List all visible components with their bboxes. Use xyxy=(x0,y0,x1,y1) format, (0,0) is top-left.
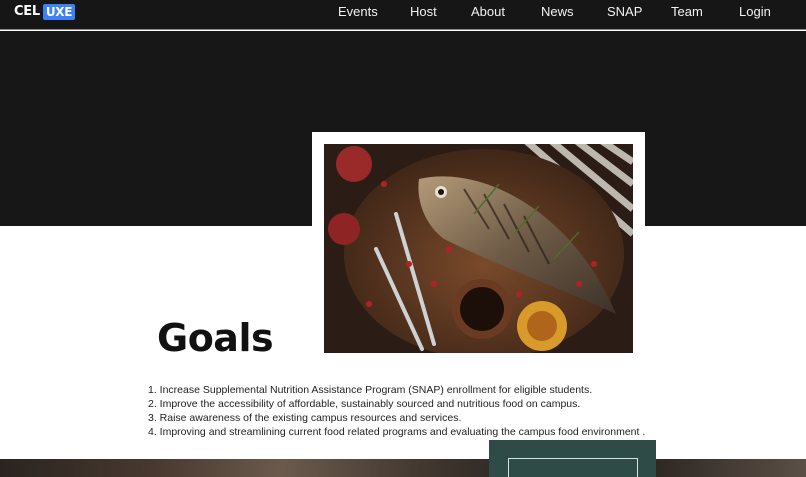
goal-item: 3. Raise awareness of the existing campu… xyxy=(148,412,462,424)
nav-login[interactable]: Login xyxy=(739,4,771,19)
next-section-card xyxy=(489,440,656,477)
goal-item: 1. Increase Supplemental Nutrition Assis… xyxy=(148,384,593,396)
grilled-fish-photo xyxy=(324,144,633,353)
goal-item: 4. Improving and streamlining current fo… xyxy=(148,426,646,438)
goals-heading: Goals xyxy=(157,316,274,360)
logo-badge: UXE xyxy=(42,3,76,20)
goals-list: 1. Increase Supplemental Nutrition Assis… xyxy=(148,383,645,439)
grilled-fish-illustration xyxy=(324,144,633,353)
nav-events[interactable]: Events xyxy=(338,4,378,19)
site-logo[interactable]: CEL UXE xyxy=(14,3,76,20)
food-photo-frame xyxy=(312,132,645,364)
nav-host[interactable]: Host xyxy=(410,4,437,19)
navbar: CEL UXE Events Host About News SNAP Team… xyxy=(0,0,806,30)
nav-news[interactable]: News xyxy=(541,4,574,19)
nav-about[interactable]: About xyxy=(471,4,505,19)
card-outline xyxy=(508,458,638,477)
next-section-image xyxy=(0,459,806,477)
nav-team[interactable]: Team xyxy=(671,4,703,19)
goal-item: 2. Improve the accessibility of affordab… xyxy=(148,398,581,410)
logo-text: CEL xyxy=(14,4,40,19)
nav-snap[interactable]: SNAP xyxy=(607,4,642,19)
page: CEL UXE Events Host About News SNAP Team… xyxy=(0,0,806,477)
